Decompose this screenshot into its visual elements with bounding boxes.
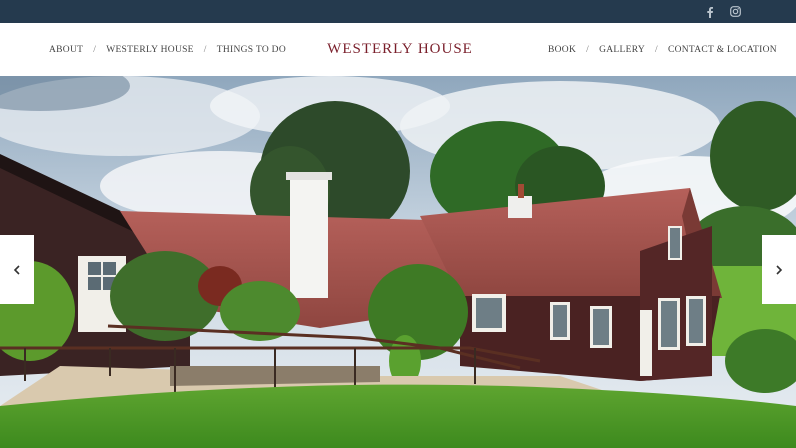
facebook-icon [707,6,713,18]
site-logo-text: WESTERLY HOUSE [327,41,473,57]
nav-separator: / [586,44,590,55]
slider-next-button[interactable] [762,235,796,304]
nav-separator: / [654,44,658,55]
hero-image-slider [0,76,796,448]
chevron-left-icon [13,264,20,275]
facebook-link[interactable] [705,0,715,23]
nav-link-gallery[interactable]: GALLERY [599,45,645,55]
nav-link-contact-location[interactable]: CONTACT & LOCATION [668,45,777,55]
nav-right-group: BOOK / GALLERY / CONTACT & LOCATION [548,23,777,76]
hero-house-photo [0,76,796,448]
nav-link-book[interactable]: BOOK [548,45,576,55]
top-bar [0,0,796,23]
chevron-right-icon [776,264,783,275]
instagram-link[interactable] [730,0,741,23]
slider-previous-button[interactable] [0,235,34,304]
instagram-icon [730,6,741,17]
main-navigation: ABOUT / WESTERLY HOUSE / THINGS TO DO WE… [0,23,796,76]
